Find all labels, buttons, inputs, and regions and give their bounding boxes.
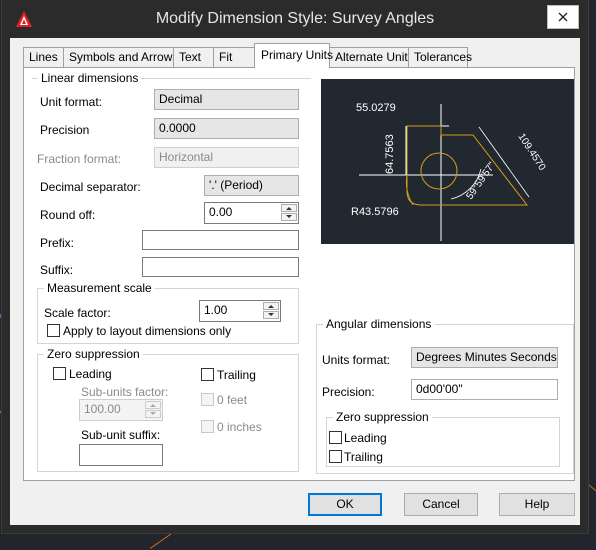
angular-precision-select[interactable]: 0d00'00" [411, 379, 558, 400]
spin-up-icon [286, 207, 292, 210]
round-off-spin-up[interactable] [281, 204, 297, 212]
scale-factor-label: Scale factor: [44, 306, 111, 320]
angular-leading-checkbox[interactable] [329, 431, 342, 444]
zero-inches-checkbox [201, 420, 214, 433]
spin-down-icon [268, 313, 274, 316]
angular-zero-suppression-label: Zero suppression [333, 410, 432, 424]
tab-lines[interactable]: Lines [23, 47, 64, 67]
help-button[interactable]: Help [499, 493, 575, 516]
linear-zero-suppression-label: Zero suppression [44, 347, 143, 361]
spin-up-icon [150, 404, 156, 407]
preview-drawing: 55.0279 64.7563 59°59'57" 109.4570 R43.5… [351, 102, 548, 241]
preview-dim-aligned: 109.4570 [515, 132, 547, 173]
linear-leading-checkbox[interactable] [53, 367, 66, 380]
subunit-suffix-label: Sub-unit suffix: [81, 428, 161, 442]
angular-units-select[interactable]: Degrees Minutes Seconds [411, 347, 558, 368]
scale-factor-spin-down[interactable] [263, 311, 279, 319]
preview-dim-angle: 59°59'57" [464, 160, 498, 202]
tab-symbols-and-arrows[interactable]: Symbols and Arrows [63, 47, 178, 67]
decimal-separator-label: Decimal separator: [40, 180, 141, 194]
unit-format-label: Unit format: [40, 95, 103, 109]
subunit-suffix-field[interactable] [79, 444, 163, 466]
subunits-spin-up [145, 401, 161, 409]
decimal-separator-select[interactable]: '.' (Period) [204, 175, 299, 196]
angular-trailing-checkbox[interactable] [329, 450, 342, 463]
linear-dimensions-label: Linear dimensions [38, 71, 142, 85]
fraction-format-select: Horizontal [154, 147, 299, 168]
tab-primary-units[interactable]: Primary Units [254, 43, 333, 68]
tab-alternate-units[interactable]: Alternate Units [329, 47, 414, 67]
unit-format-select[interactable]: Decimal [154, 89, 299, 110]
measurement-scale-label: Measurement scale [44, 281, 155, 295]
zero-inches-label: 0 inches [217, 420, 262, 434]
tab-tolerances[interactable]: Tolerances [408, 47, 472, 67]
precision-select[interactable]: 0.0000 [154, 118, 299, 139]
zero-feet-label: 0 feet [217, 393, 248, 407]
angular-units-label: Units format: [322, 353, 391, 367]
preview-dim-vertical: 64.7563 [384, 134, 396, 174]
round-off-spin-down[interactable] [281, 213, 297, 221]
zero-feet-checkbox [201, 393, 214, 406]
modify-dimension-style-dialog: Modify Dimension Style: Survey Angles Li… [2, 0, 588, 533]
window-title: Modify Dimension Style: Survey Angles [155, 10, 435, 27]
linear-trailing-label: Trailing [217, 368, 256, 382]
cancel-button[interactable]: Cancel [404, 493, 478, 516]
subunits-spin-down [145, 410, 161, 418]
tab-fit[interactable]: Fit [213, 47, 255, 67]
dimension-preview: 55.0279 64.7563 59°59'57" 109.4570 R43.5… [321, 79, 574, 244]
preview-dim-top: 55.0279 [356, 102, 396, 114]
apply-to-layout-label: Apply to layout dimensions only [63, 324, 232, 338]
apply-to-layout-checkbox[interactable] [47, 324, 60, 337]
angular-trailing-label: Trailing [344, 450, 383, 464]
tab-text[interactable]: Text [173, 47, 214, 67]
round-off-label: Round off: [40, 208, 96, 222]
suffix-label: Suffix: [40, 263, 74, 277]
spin-down-icon [150, 412, 156, 415]
subunits-factor-field: 100.00 [79, 399, 163, 421]
close-button[interactable] [547, 5, 579, 29]
scale-factor-field[interactable]: 1.00 [199, 300, 281, 322]
spin-up-icon [268, 305, 274, 308]
round-off-field[interactable]: 0.00 [204, 202, 299, 224]
prefix-field[interactable] [142, 230, 299, 250]
precision-label: Precision [40, 123, 90, 137]
dialog-body: Lines Symbols and Arrows Text Fit Primar… [10, 38, 580, 525]
linear-leading-label: Leading [69, 367, 112, 381]
angular-leading-label: Leading [344, 431, 387, 445]
ok-button[interactable]: OK [308, 493, 382, 516]
subunits-factor-label: Sub-units factor: [81, 385, 169, 399]
angular-dimensions-label: Angular dimensions [323, 317, 435, 331]
primary-units-panel: Linear dimensions Unit format: Decimal P… [23, 67, 575, 481]
fraction-format-label: Fraction format: [37, 152, 122, 166]
linear-trailing-checkbox[interactable] [201, 368, 214, 381]
angular-precision-label: Precision: [322, 385, 375, 399]
preview-dim-radius: R43.5796 [351, 206, 399, 218]
scale-factor-spin-up[interactable] [263, 302, 279, 310]
close-icon [558, 12, 568, 22]
suffix-field[interactable] [142, 257, 299, 277]
prefix-label: Prefix: [40, 236, 75, 250]
title-bar[interactable]: Modify Dimension Style: Survey Angles [2, 0, 588, 38]
spin-down-icon [286, 215, 292, 218]
